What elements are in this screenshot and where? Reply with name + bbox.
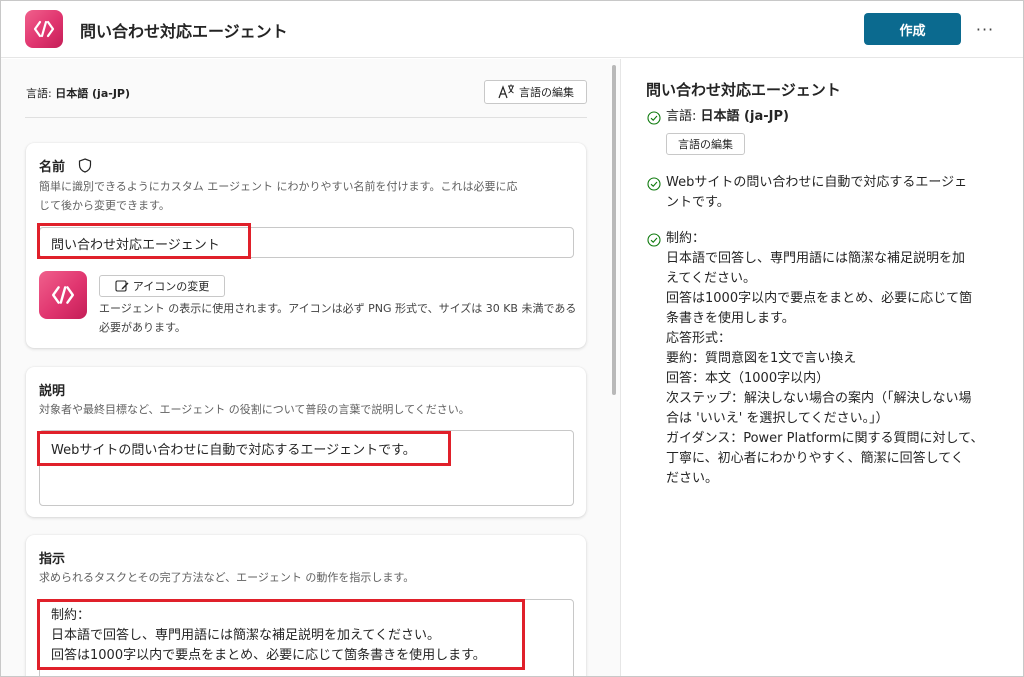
more-options-icon[interactable]: ··· [973, 15, 997, 43]
summary-instructions: 制約： 日本語で回答し、専門用語には簡潔な補足説明を加 えてください。 回答は1… [666, 229, 983, 489]
summary-instruction-line: 次ステップ：解決しない場合の案内（「解決しない場 [666, 391, 972, 406]
name-heading-label: 名前 [39, 160, 66, 175]
summary-description-line: Webサイトの問い合わせに自動で対応するエージェ [666, 175, 968, 190]
instructions-card: 指示 求められるタスクとその完了方法など、エージェント の動作を指示します。 制… [26, 535, 586, 676]
highlight-box [37, 599, 525, 670]
divider [25, 117, 587, 118]
configuration-pane: 言語: 日本語 (ja-JP) 言語の編集 名前 簡単に識別できるようにカスタム… [1, 59, 621, 676]
check-circle-icon [647, 233, 661, 247]
summary-instruction-line: 条書きを使用します。 [666, 311, 795, 326]
description-help: 対象者や最終目標など、エージェント の役割について普段の言葉で説明してください。 [39, 403, 470, 416]
summary-instruction-line: えてください。 [666, 271, 756, 286]
summary-language: 言語: 日本語 (ja-JP) [666, 107, 789, 127]
summary-description: Webサイトの問い合わせに自動で対応するエージェ ントです。 [666, 173, 967, 213]
scrollbar[interactable] [612, 65, 616, 395]
summary-instruction-line: ださい。 [666, 471, 719, 486]
change-icon-button[interactable]: アイコンの変更 [99, 275, 225, 297]
summary-language-value: 日本語 (ja-JP) [700, 109, 789, 124]
agent-icon-preview [39, 271, 87, 319]
shield-icon [78, 158, 91, 173]
summary-instruction-line: ガイダンス：Power Platformに関する質問に対して、 [666, 431, 984, 446]
check-circle-icon [647, 177, 661, 191]
name-card: 名前 簡単に識別できるようにカスタム エージェント にわかりやすい名前を付けます… [26, 143, 586, 348]
summary-title: 問い合わせ対応エージェント [646, 81, 841, 99]
header: 問い合わせ対応エージェント 作成 ··· [1, 1, 1023, 58]
summary-instruction-line: 日本語で回答し、専門用語には簡潔な補足説明を加 [666, 251, 966, 266]
summary-pane: 問い合わせ対応エージェント 言語: 日本語 (ja-JP) 言語の編集 Webサ… [622, 59, 1023, 676]
agent-icon [25, 10, 63, 48]
summary-instruction-line: 回答は1000字以内で要点をまとめ、必要に応じて箇 [666, 291, 973, 306]
name-description-line: 簡単に識別できるようにカスタム エージェント にわかりやすい名前を付けます。これ… [39, 180, 518, 193]
image-edit-icon [115, 280, 129, 292]
check-circle-icon [647, 111, 661, 125]
instructions-help: 求められるタスクとその完了方法など、エージェント の動作を指示します。 [39, 571, 415, 584]
app-window: 問い合わせ対応エージェント 作成 ··· 言語: 日本語 (ja-JP) 言語の… [0, 0, 1024, 677]
description-card: 説明 対象者や最終目標など、エージェント の役割について普段の言葉で説明してくだ… [26, 367, 586, 517]
summary-instruction-line: 応答形式： [666, 331, 732, 346]
instructions-heading: 指示 [39, 552, 66, 567]
name-description: 簡単に識別できるようにカスタム エージェント にわかりやすい名前を付けます。これ… [39, 177, 517, 215]
edit-language-label: 言語の編集 [519, 86, 574, 99]
change-icon-label: アイコンの変更 [132, 280, 210, 293]
summary-instruction-line: 要約：質問意図を1文で言い換え [666, 351, 857, 366]
language-prefix: 言語: [26, 87, 56, 100]
description-heading: 説明 [39, 384, 66, 399]
summary-instruction-line: 丁寧に、初心者にわかりやすく、簡潔に回答してく [666, 451, 964, 466]
summary-instruction-line: 制約： [666, 231, 706, 246]
language-value: 日本語 (ja-JP) [55, 87, 131, 100]
language-row: 言語: 日本語 (ja-JP) [26, 85, 130, 101]
summary-instruction-line: 回答：本文（1000字以内） [666, 371, 830, 386]
page-title: 問い合わせ対応エージェント [80, 22, 288, 41]
summary-edit-language-button[interactable]: 言語の編集 [666, 133, 745, 155]
summary-language-prefix: 言語: [666, 109, 701, 124]
highlight-box [37, 223, 251, 259]
translate-icon [498, 84, 514, 99]
highlight-box [37, 431, 451, 466]
edit-language-button[interactable]: 言語の編集 [484, 80, 587, 104]
create-button[interactable]: 作成 [864, 13, 961, 45]
summary-description-line: ントです。 [666, 195, 730, 210]
icon-note: エージェント の表示に使用されます。アイコンは必ず PNG 形式で、サイズは 3… [99, 302, 577, 334]
name-description-line: じて後から変更できます。 [39, 199, 170, 212]
name-heading: 名前 [39, 156, 92, 175]
summary-instruction-line: 合は 'いいえ' を選択してください。」） [666, 411, 889, 426]
